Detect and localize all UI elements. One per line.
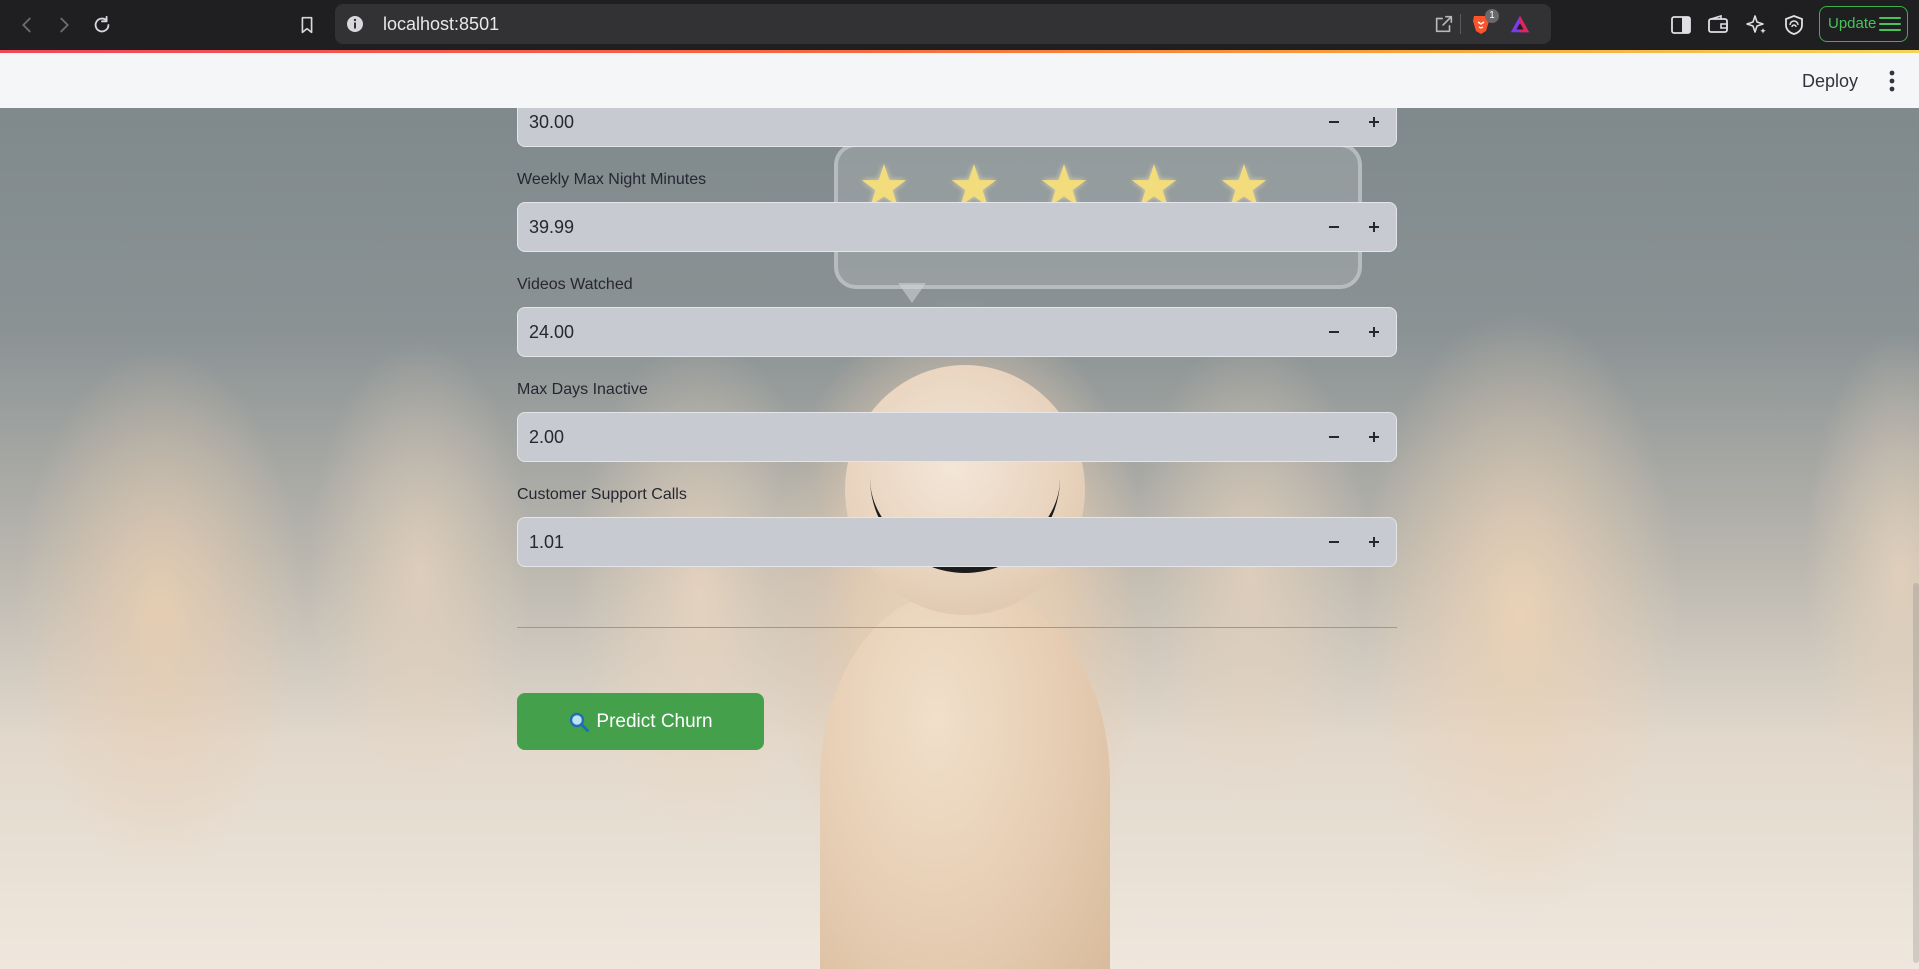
number-input-value[interactable]: 24.00 xyxy=(529,308,574,356)
decrement-button[interactable] xyxy=(1319,107,1349,137)
triangle-rewards-icon[interactable] xyxy=(1509,13,1531,35)
kebab-menu-icon[interactable] xyxy=(1882,67,1902,95)
minus-icon xyxy=(1329,121,1339,123)
forward-button[interactable] xyxy=(51,12,77,38)
decrement-button[interactable] xyxy=(1319,527,1349,557)
plus-icon xyxy=(1369,432,1379,442)
minus-icon xyxy=(1329,331,1339,333)
plus-icon xyxy=(1369,537,1379,547)
shield-icon[interactable] xyxy=(1782,13,1806,37)
field-label: Customer Support Calls xyxy=(517,486,687,503)
minus-icon xyxy=(1329,436,1339,438)
increment-button[interactable] xyxy=(1359,107,1389,137)
back-button[interactable] xyxy=(14,12,40,38)
number-input-max-days-inactive[interactable]: 2.00 xyxy=(517,412,1397,462)
number-input-customer-support-calls[interactable]: 1.01 xyxy=(517,517,1397,567)
bookmark-button[interactable] xyxy=(294,12,320,38)
minus-icon xyxy=(1329,541,1339,543)
magnifier-emoji-icon xyxy=(570,712,590,732)
bookmark-icon xyxy=(301,16,313,34)
sparkle-icon[interactable] xyxy=(1744,13,1768,37)
app-header: Deploy xyxy=(0,53,1919,108)
reload-button[interactable] xyxy=(89,12,115,38)
plus-icon xyxy=(1369,222,1379,232)
address-bar[interactable]: localhost:8501 1 xyxy=(335,4,1551,44)
url-text[interactable]: localhost:8501 xyxy=(383,4,499,44)
field-label: Videos Watched xyxy=(517,276,633,293)
page-scrollbar[interactable] xyxy=(1913,583,1919,963)
predict-churn-button[interactable]: Predict Churn xyxy=(517,693,764,750)
number-input-weekly-max-night-minutes[interactable]: 39.99 xyxy=(517,202,1397,252)
wallet-icon[interactable] xyxy=(1706,13,1730,37)
update-label: Update xyxy=(1828,15,1877,32)
decrement-button[interactable] xyxy=(1319,317,1349,347)
update-button[interactable]: Update xyxy=(1819,6,1908,42)
field-label: Max Days Inactive xyxy=(517,381,648,398)
number-input-value[interactable]: 2.00 xyxy=(529,413,564,461)
share-icon[interactable] xyxy=(1433,13,1455,35)
browser-toolbar: localhost:8501 1 Update xyxy=(0,0,1919,50)
increment-button[interactable] xyxy=(1359,212,1389,242)
decrement-button[interactable] xyxy=(1319,212,1349,242)
chevron-left-icon xyxy=(22,17,31,33)
predict-churn-label: Predict Churn xyxy=(596,710,713,732)
number-input-value[interactable]: 1.01 xyxy=(529,518,564,566)
chevron-right-icon xyxy=(60,17,69,33)
wooden-figure-body xyxy=(820,593,1110,969)
number-input-value[interactable]: 39.99 xyxy=(529,203,574,251)
minus-icon xyxy=(1329,226,1339,228)
shields-count-badge: 1 xyxy=(1485,9,1499,23)
plus-icon xyxy=(1369,327,1379,337)
plus-icon xyxy=(1369,117,1379,127)
sidebar-icon[interactable] xyxy=(1669,13,1693,37)
url-separator xyxy=(1460,14,1461,34)
increment-button[interactable] xyxy=(1359,527,1389,557)
field-label: Weekly Max Night Minutes xyxy=(517,171,707,188)
hamburger-icon xyxy=(1879,17,1901,31)
increment-button[interactable] xyxy=(1359,422,1389,452)
app-viewport: Deploy ★ ★ ★ ★ ★ 30.00 Weekly Max Night … xyxy=(0,53,1919,969)
section-divider xyxy=(517,627,1397,628)
reload-icon xyxy=(94,15,110,33)
deploy-button[interactable]: Deploy xyxy=(1790,68,1870,94)
info-icon[interactable] xyxy=(345,14,365,34)
increment-button[interactable] xyxy=(1359,317,1389,347)
decrement-button[interactable] xyxy=(1319,422,1349,452)
speech-bubble-tail xyxy=(898,283,926,303)
number-input-videos-watched[interactable]: 24.00 xyxy=(517,307,1397,357)
